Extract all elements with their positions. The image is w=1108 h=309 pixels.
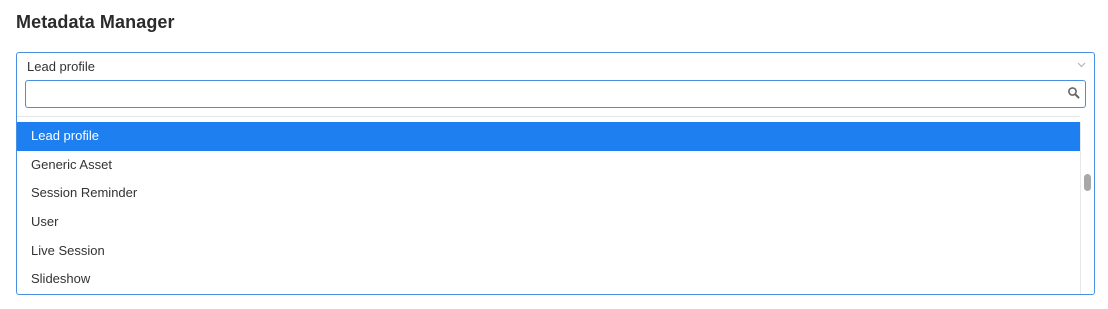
options-list: Lead profile Generic Asset Session Remin…: [17, 122, 1080, 294]
search-box[interactable]: [25, 80, 1086, 108]
selected-value: Lead profile: [27, 59, 95, 74]
option-live-session[interactable]: Live Session: [17, 237, 1080, 266]
options-scrollbar[interactable]: [1080, 122, 1094, 294]
search-icon: [1067, 86, 1081, 100]
page-title: Metadata Manager: [16, 12, 175, 32]
scrollbar-thumb[interactable]: [1084, 174, 1091, 191]
metadata-type-select[interactable]: Lead profile Lead profile Generic Asset …: [16, 52, 1095, 295]
chevron-down-icon[interactable]: [1076, 60, 1086, 70]
option-session-reminder[interactable]: Session Reminder: [17, 179, 1080, 208]
dropdown-divider: [17, 116, 1080, 117]
search-input[interactable]: [26, 81, 1056, 106]
option-generic-asset[interactable]: Generic Asset: [17, 151, 1080, 180]
option-lead-profile[interactable]: Lead profile: [17, 122, 1080, 151]
option-slideshow[interactable]: Slideshow: [17, 265, 1080, 294]
option-user[interactable]: User: [17, 208, 1080, 237]
